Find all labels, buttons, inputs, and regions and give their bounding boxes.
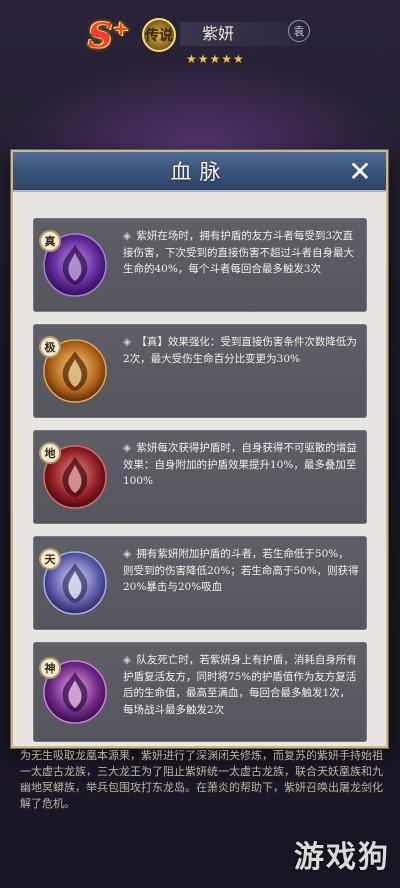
ability-description: ◈ 【真】效果强化：受到直接伤害条件次数降低为2次，最大受伤生命百分比变更为30… [123, 336, 357, 365]
star-rating: ★★★★★ [186, 52, 245, 66]
ability-card-di: 地 ◈ 紫妍每次获得护盾时，自身获得不可驱散的增益效果：自身附加的护盾效果提升1… [33, 430, 367, 524]
ability-description: ◈ 紫妍在场时，拥有护盾的友方斗者每受到3次直接伤害，下次受到的直接伤害不超过斗… [123, 230, 354, 275]
hero-name: 紫妍 [180, 22, 300, 46]
panel-title: 血脉 [170, 160, 229, 184]
rank-badge: S+ [88, 16, 130, 56]
hero-header: S+ 传说 紫妍 ★★★★★ 袁 [0, 0, 400, 90]
watermark-logo: 游戏狗 [294, 840, 390, 875]
hero-story-text: 为无生吸取龙凰本源果，紫妍进行了深渊闭关修炼，而复苏的紫妍手持始祖一太虚古龙族，… [20, 749, 383, 810]
ability-card-ji: 极 ◈ 【真】效果强化：受到直接伤害条件次数降低为2次，最大受伤生命百分比变更为… [33, 324, 367, 418]
tier-badge: 天 [39, 548, 61, 570]
bloodline-panel: 血脉 ✕ 真 ◈ 紫妍在场时，拥有护盾的友方斗者每受到3次直接伤害，下次受到的直… [11, 150, 388, 748]
tier-badge: 神 [39, 657, 61, 679]
tier-badge: 地 [39, 442, 61, 464]
ability-description: ◈ 队友死亡时，若紫妍身上有护盾，消耗自身所有护盾复活友方，同时将75%的护盾值… [123, 654, 357, 716]
tier-badge: 真 [39, 230, 61, 252]
ability-card-zhen: 真 ◈ 紫妍在场时，拥有护盾的友方斗者每受到3次直接伤害，下次受到的直接伤害不超… [33, 218, 367, 312]
ability-card-shen: 神 ◈ 队友死亡时，若紫妍身上有护盾，消耗自身所有护盾复活友方，同时将75%的护… [33, 642, 367, 742]
faction-icon[interactable]: 袁 [288, 20, 310, 42]
ability-card-tian: 天 ◈ 拥有紫妍附加护盾的斗者，若生命低于50%，则受到的伤害降低20%；若生命… [33, 536, 367, 630]
close-button[interactable]: ✕ [346, 158, 374, 186]
tier-badge: 极 [39, 336, 61, 358]
ability-description: ◈ 拥有紫妍附加护盾的斗者，若生命低于50%，则受到的伤害降低20%；若生命高于… [123, 548, 359, 593]
rarity-badge: 传说 [142, 18, 176, 52]
ability-description: ◈ 紫妍每次获得护盾时，自身获得不可驱散的增益效果：自身附加的护盾效果提升10%… [123, 442, 357, 487]
